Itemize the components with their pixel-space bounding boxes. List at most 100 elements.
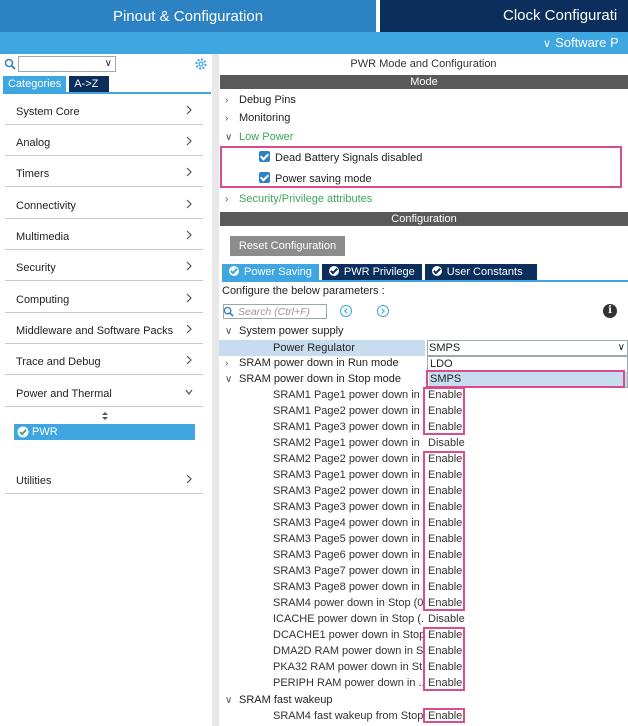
group-sram-run[interactable]: › SRAM power down in Run mode bbox=[225, 355, 399, 371]
group-label: SRAM fast wakeup bbox=[239, 694, 333, 706]
highlight-box bbox=[423, 708, 465, 723]
category-label: Utilities bbox=[16, 475, 52, 487]
category-search-row: ∨ bbox=[2, 56, 210, 74]
group-label: SRAM power down in Stop mode bbox=[239, 373, 402, 385]
tab-pwr-privilege[interactable]: PWR Privilege bbox=[321, 264, 422, 280]
category-label: Connectivity bbox=[16, 200, 76, 212]
power-saving-checkbox[interactable]: Power saving mode bbox=[259, 171, 372, 187]
chevron-right-icon bbox=[186, 199, 192, 209]
chevron-right-icon bbox=[186, 293, 192, 303]
next-match-icon[interactable] bbox=[377, 305, 389, 317]
pwr-mode-configuration-panel: PWR Mode and Configuration Mode › Debug P… bbox=[219, 54, 628, 726]
tab-pinout-configuration[interactable]: Pinout & Configuration bbox=[0, 0, 376, 32]
group-sram-fast-wakeup[interactable]: ∨ SRAM fast wakeup bbox=[225, 692, 333, 708]
peripheral-item-pwr[interactable]: PWR bbox=[14, 424, 195, 440]
chevron-right-icon bbox=[186, 167, 192, 177]
chevron-right-icon bbox=[186, 261, 192, 271]
param-name: SRAM3 Page3 power down in ... bbox=[273, 501, 423, 513]
category-power-thermal[interactable]: Power and Thermal bbox=[5, 381, 203, 407]
dead-battery-checkbox[interactable]: Dead Battery Signals disabled bbox=[259, 150, 422, 166]
search-icon bbox=[4, 58, 16, 70]
param-name: SRAM3 Page6 power down in ... bbox=[273, 549, 423, 561]
param-name: DMA2D RAM power down in S... bbox=[273, 645, 423, 657]
group-system-power-supply[interactable]: ∨ System power supply bbox=[225, 323, 344, 339]
chevron-down-icon: ∨ bbox=[225, 132, 233, 143]
tab-underline bbox=[3, 92, 211, 94]
category-label: System Core bbox=[16, 106, 80, 118]
tab-label: Power Saving bbox=[244, 266, 312, 278]
chevron-down-icon: ∨ bbox=[225, 695, 233, 706]
tabs-underline bbox=[222, 280, 628, 282]
group-label: SRAM power down in Run mode bbox=[239, 357, 399, 369]
check-circle-icon bbox=[328, 266, 339, 276]
configure-label: Configure the below parameters : bbox=[222, 285, 385, 297]
info-icon[interactable]: i bbox=[603, 304, 617, 318]
highlight-box bbox=[423, 387, 465, 435]
category-trace-debug[interactable]: Trace and Debug bbox=[5, 349, 203, 375]
search-icon bbox=[223, 306, 234, 317]
category-label: Security bbox=[16, 262, 56, 274]
tab-label: User Constants bbox=[446, 266, 523, 278]
tab-user-constants[interactable]: User Constants bbox=[424, 264, 537, 280]
categories-panel: ∨ Categories A->Z System Core Analog Tim… bbox=[0, 54, 212, 726]
tab-clock-configuration[interactable]: Clock Configurati bbox=[380, 0, 628, 32]
group-sram-stop[interactable]: ∨ SRAM power down in Stop mode bbox=[225, 371, 401, 387]
tree-item-monitoring[interactable]: › Monitoring bbox=[225, 110, 290, 126]
sort-icon[interactable] bbox=[100, 411, 110, 421]
tree-item-security-privilege[interactable]: › Security/Privilege attributes bbox=[225, 191, 372, 207]
tab-power-saving[interactable]: Power Saving bbox=[222, 264, 319, 280]
sub-bar: ∨ Software P bbox=[0, 32, 628, 54]
panel-splitter[interactable] bbox=[212, 54, 219, 726]
mode-section-header: Mode bbox=[220, 75, 628, 89]
power-regulator-select[interactable]: SMPS ∨ bbox=[427, 340, 628, 356]
category-computing[interactable]: Computing bbox=[5, 287, 203, 313]
category-label: Power and Thermal bbox=[16, 388, 112, 400]
check-circle-icon bbox=[17, 426, 29, 438]
chevron-right-icon: › bbox=[225, 194, 229, 205]
category-middleware[interactable]: Middleware and Software Packs bbox=[5, 318, 203, 344]
param-name: SRAM3 Page5 power down in ... bbox=[273, 533, 423, 545]
category-system-core[interactable]: System Core bbox=[5, 99, 203, 125]
category-search-input[interactable]: ∨ bbox=[18, 56, 116, 72]
category-multimedia[interactable]: Multimedia bbox=[5, 224, 203, 250]
configuration-tabs: Power Saving PWR Privilege User Constant… bbox=[222, 264, 540, 280]
software-packs-menu[interactable]: ∨ Software P bbox=[543, 32, 619, 54]
chevron-right-icon bbox=[186, 324, 192, 334]
tab-a-to-z[interactable]: A->Z bbox=[69, 76, 110, 92]
category-analog[interactable]: Analog bbox=[5, 130, 203, 156]
category-connectivity[interactable]: Connectivity bbox=[5, 193, 203, 219]
parameter-search-input[interactable]: Search (Ctrl+F) bbox=[223, 304, 327, 319]
gear-icon[interactable] bbox=[194, 57, 208, 71]
param-name: PERIPH RAM power down in ... bbox=[273, 677, 423, 689]
tab-categories[interactable]: Categories bbox=[3, 76, 67, 92]
reset-configuration-button[interactable]: Reset Configuration bbox=[230, 236, 345, 256]
param-name: PKA32 RAM power down in St... bbox=[273, 661, 423, 673]
chevron-down-icon: ∨ bbox=[104, 58, 112, 69]
chevron-down-icon: ∨ bbox=[225, 374, 233, 385]
category-timers[interactable]: Timers bbox=[5, 161, 203, 187]
param-name: SRAM4 power down in Stop (0... bbox=[273, 597, 423, 609]
software-packs-label: Software P bbox=[555, 35, 619, 50]
category-security[interactable]: Security bbox=[5, 255, 203, 281]
param-name: SRAM4 fast wakeup from Stop... bbox=[273, 710, 423, 722]
param-value[interactable]: Disable bbox=[428, 611, 465, 627]
param-name: SRAM1 Page3 power down in ... bbox=[273, 421, 423, 433]
chevron-down-icon bbox=[185, 389, 193, 395]
param-name: SRAM1 Page1 power down in ... bbox=[273, 389, 423, 401]
chevron-down-icon: ∨ bbox=[225, 326, 233, 337]
previous-match-icon[interactable] bbox=[340, 305, 352, 317]
param-row[interactable]: ICACHE power down in Stop (... Disable bbox=[219, 611, 628, 627]
checkbox-checked-icon bbox=[259, 151, 270, 162]
chevron-down-icon: ∨ bbox=[617, 342, 625, 353]
param-name: SRAM2 Page1 power down in ... bbox=[273, 437, 423, 449]
category-utilities[interactable]: Utilities bbox=[5, 468, 203, 494]
chevron-right-icon: › bbox=[225, 95, 229, 106]
tree-item-debug-pins[interactable]: › Debug Pins bbox=[225, 92, 296, 108]
param-row[interactable]: SRAM2 Page1 power down in ... Disable bbox=[219, 435, 628, 451]
tab-label: PWR Privilege bbox=[343, 266, 415, 278]
category-label: Middleware and Software Packs bbox=[16, 325, 174, 337]
param-value[interactable]: Disable bbox=[428, 435, 465, 451]
chevron-right-icon bbox=[186, 474, 192, 484]
tree-label: Debug Pins bbox=[239, 94, 296, 106]
tree-item-low-power[interactable]: ∨ Low Power bbox=[225, 129, 293, 145]
